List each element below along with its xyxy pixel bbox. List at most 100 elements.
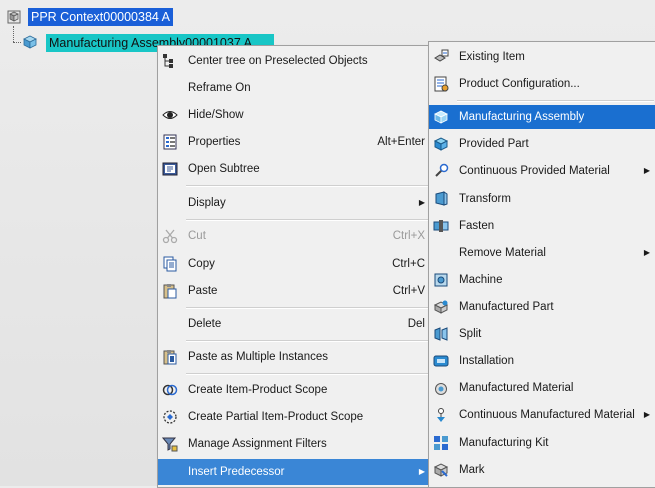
eye-icon (162, 111, 178, 119)
submenu-arrow-icon: ▶ (418, 198, 425, 207)
menu-item-open-subtree[interactable]: Open Subtree (158, 157, 431, 181)
menu-item-label: Create Item-Product Scope (188, 384, 328, 396)
submenu-item-label: Continuous Provided Material (459, 165, 610, 177)
menu-item-paste[interactable]: Paste Ctrl+V (158, 279, 431, 303)
submenu-item-provided-part[interactable]: Provided Part (429, 132, 655, 156)
submenu-item-continuous-provided-material[interactable]: Continuous Provided Material ▶ (429, 159, 655, 183)
menu-item-shortcut: Ctrl+C (392, 258, 425, 270)
menu-item-label: Reframe On (188, 82, 251, 94)
submenu-item-machine[interactable]: Machine (429, 268, 655, 292)
submenu-item-label: Mark (459, 464, 485, 476)
manufactured-part-icon (433, 300, 449, 314)
submenu-item-mark[interactable]: Mark (429, 458, 655, 482)
scope-icon (162, 384, 178, 396)
menu-item-label: Cut (188, 230, 206, 242)
submenu-item-label: Manufactured Part (459, 301, 554, 313)
submenu-item-label: Manufacturing Kit (459, 437, 549, 449)
submenu-item-label: Manufacturing Assembly (459, 111, 585, 123)
paste-multiple-icon (163, 350, 177, 365)
menu-separator (457, 100, 654, 102)
menu-separator (186, 340, 429, 342)
menu-item-create-partial-scope[interactable]: Create Partial Item-Product Scope (158, 405, 431, 429)
properties-icon (163, 134, 177, 150)
tree-connector (13, 42, 21, 43)
insert-predecessor-submenu: Existing Item Product Configuration... M… (428, 41, 655, 488)
menu-item-copy[interactable]: Copy Ctrl+C (158, 252, 431, 276)
copy-icon (163, 256, 177, 272)
product-config-icon (434, 76, 449, 92)
submenu-item-label: Installation (459, 355, 514, 367)
menu-item-label: Delete (188, 318, 222, 330)
menu-item-paste-multiple[interactable]: Paste as Multiple Instances (158, 345, 431, 369)
menu-item-label: Display (188, 197, 226, 209)
submenu-item-label: Remove Material (459, 247, 546, 259)
submenu-item-fasten[interactable]: Fasten (429, 214, 655, 238)
menu-item-properties[interactable]: Properties Alt+Enter (158, 130, 431, 154)
manufacturing-assembly-icon (434, 110, 448, 124)
partial-scope-icon (163, 410, 177, 424)
submenu-item-split[interactable]: Split (429, 322, 655, 346)
existing-item-icon (434, 49, 449, 62)
menu-separator (186, 307, 429, 309)
menu-item-hide-show[interactable]: Hide/Show (158, 103, 431, 127)
submenu-item-existing-item[interactable]: Existing Item (429, 45, 655, 69)
manufacturing-kit-icon (434, 436, 448, 450)
ppr-context-icon (7, 10, 21, 24)
menu-item-label: Open Subtree (188, 163, 260, 175)
submenu-item-product-configuration[interactable]: Product Configuration... (429, 72, 655, 96)
menu-separator (186, 185, 429, 187)
submenu-item-continuous-manufactured-material[interactable]: Continuous Manufactured Material ▶ (429, 403, 655, 427)
menu-item-label: Insert Predecessor (188, 466, 285, 478)
menu-item-label: Create Partial Item-Product Scope (188, 411, 364, 423)
menu-separator (186, 373, 429, 375)
submenu-arrow-icon: ▶ (643, 166, 650, 175)
menu-item-display[interactable]: Display ▶ (158, 191, 431, 215)
menu-item-create-scope[interactable]: Create Item-Product Scope (158, 378, 431, 402)
submenu-item-manufactured-material[interactable]: Manufactured Material (429, 376, 655, 400)
menu-item-cut[interactable]: Cut Ctrl+X (158, 224, 431, 248)
manufactured-material-icon (435, 383, 447, 395)
menu-item-label: Center tree on Preselected Objects (188, 55, 368, 67)
menu-item-shortcut: Del (407, 318, 425, 330)
submenu-item-installation[interactable]: Installation (429, 349, 655, 373)
installation-icon (433, 355, 449, 367)
submenu-item-manufactured-part[interactable]: Manufactured Part (429, 295, 655, 319)
submenu-item-manufacturing-assembly[interactable]: Manufacturing Assembly (429, 105, 655, 129)
menu-item-label: Hide/Show (188, 109, 244, 121)
submenu-item-label: Existing Item (459, 51, 525, 63)
menu-item-label: Paste as Multiple Instances (188, 351, 328, 363)
submenu-item-label: Fasten (459, 220, 495, 232)
transform-icon (435, 191, 448, 206)
submenu-item-manufacturing-kit[interactable]: Manufacturing Kit (429, 431, 655, 455)
tree-node-ppr-context[interactable]: PPR Context00000384 A (28, 8, 173, 26)
submenu-item-transform[interactable]: Transform (429, 187, 655, 211)
submenu-item-label: Provided Part (459, 138, 529, 150)
fasten-icon (433, 220, 449, 232)
scissors-icon (162, 229, 178, 244)
menu-item-label: Copy (188, 258, 215, 270)
menu-item-label: Manage Assignment Filters (188, 438, 327, 450)
submenu-item-remove-material[interactable]: Remove Material ▶ (429, 241, 655, 265)
submenu-item-label: Transform (459, 193, 511, 205)
menu-item-center-tree[interactable]: Center tree on Preselected Objects (158, 49, 431, 73)
menu-item-insert-predecessor[interactable]: Insert Predecessor ▶ (158, 459, 431, 485)
submenu-arrow-icon: ▶ (418, 467, 425, 476)
menu-item-delete[interactable]: Delete Del (158, 312, 431, 336)
submenu-item-label: Manufactured Material (459, 382, 574, 394)
continuous-manufactured-icon (437, 408, 445, 422)
submenu-item-label: Machine (459, 274, 503, 286)
provided-part-icon (433, 137, 449, 151)
menu-item-shortcut: Alt+Enter (377, 136, 425, 148)
split-icon (434, 327, 448, 341)
context-menu: Center tree on Preselected Objects Refra… (157, 45, 432, 488)
menu-item-label: Properties (188, 136, 241, 148)
manufacturing-assembly-icon (23, 35, 37, 49)
menu-item-manage-filters[interactable]: Manage Assignment Filters (158, 432, 431, 456)
submenu-arrow-icon: ▶ (643, 410, 650, 419)
tree-connector (13, 26, 14, 42)
menu-item-shortcut: Ctrl+X (392, 230, 425, 242)
submenu-item-label: Continuous Manufactured Material (459, 409, 635, 421)
menu-item-reframe-on[interactable]: Reframe On (158, 76, 431, 100)
menu-item-shortcut: Ctrl+V (392, 285, 425, 297)
menu-separator (186, 219, 429, 221)
